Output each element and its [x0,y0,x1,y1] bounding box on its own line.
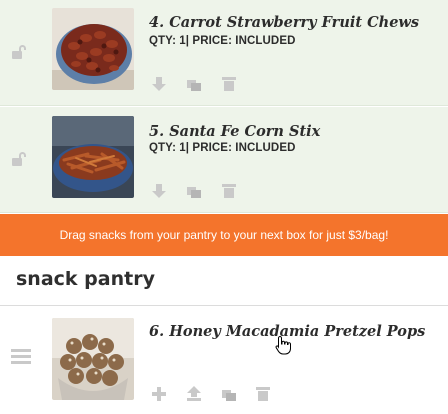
product-image [52,8,134,90]
hand-cursor-icon [275,335,291,355]
add-icon[interactable] [151,386,167,402]
next-box-item: 5. Santa Fe Corn Stix QTY: 1| PRICE: INC… [0,107,448,213]
pantry-item: 6. Honey Macadamia Pretzel Pops [0,306,448,414]
section-heading: snack pantry [16,268,155,290]
item-qty-price: QTY: 1| PRICE: INCLUDED [149,142,296,154]
unlock-icon[interactable] [11,44,27,60]
swap-icon[interactable] [221,387,237,403]
trash-icon[interactable] [221,76,237,92]
promo-banner-text: Drag snacks from your pantry to your nex… [59,228,389,242]
move-down-icon[interactable] [151,76,167,92]
item-title: 5. Santa Fe Corn Stix [149,123,321,140]
product-image [52,318,134,400]
drag-handle-icon[interactable] [11,349,31,365]
item-qty-price: QTY: 1| PRICE: INCLUDED [149,35,296,47]
move-to-box-icon[interactable] [186,385,202,401]
swap-icon[interactable] [186,77,202,93]
trash-icon[interactable] [221,183,237,199]
swap-icon[interactable] [186,184,202,200]
move-down-icon[interactable] [151,183,167,199]
trash-icon[interactable] [255,386,271,402]
unlock-icon[interactable] [11,151,27,167]
item-title: 4. Carrot Strawberry Fruit Chews [149,14,420,31]
next-box-item: 4. Carrot Strawberry Fruit Chews QTY: 1|… [0,0,448,106]
product-image [52,116,134,198]
promo-banner: Drag snacks from your pantry to your nex… [0,214,448,256]
